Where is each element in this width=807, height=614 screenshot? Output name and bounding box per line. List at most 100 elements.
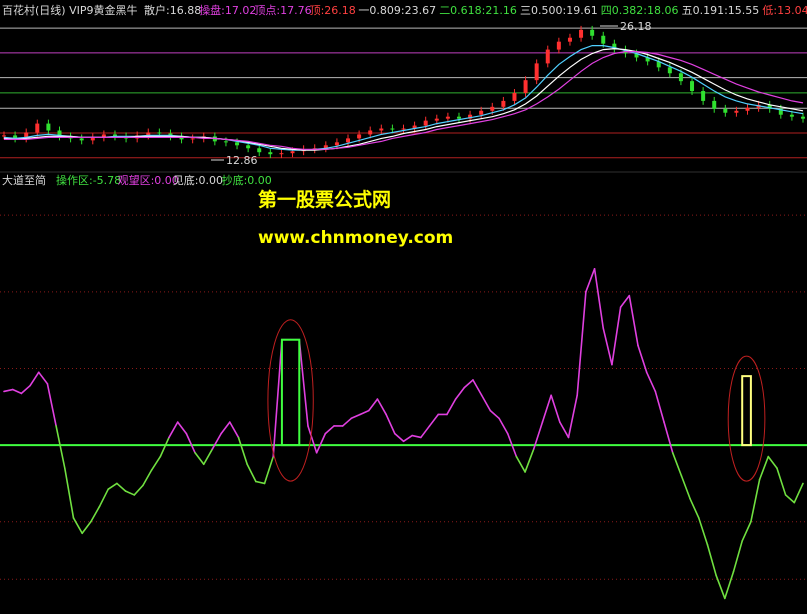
oscillator-segment: [480, 394, 492, 412]
oscillator-segment: [576, 291, 587, 397]
stat-5: 二0.618:21.16: [439, 4, 517, 17]
oscillator-segment: [559, 421, 570, 439]
candle-body: [346, 138, 351, 143]
oscillator-segment: [741, 520, 752, 542]
candle-body: [745, 107, 750, 111]
oscillator-segment: [706, 543, 717, 577]
candle-body: [490, 106, 495, 111]
oscillator-segment: [168, 421, 179, 439]
stat-7: 四0.382:18.06: [601, 4, 679, 17]
oscillator-segment: [446, 398, 457, 416]
candle-body: [456, 116, 461, 119]
candle-body: [678, 73, 683, 82]
highlight-box-1: [741, 375, 752, 447]
oscillator-segment: [619, 294, 631, 308]
stat-1: 操盘:17.02: [199, 3, 256, 17]
oscillator-segment: [654, 390, 665, 423]
oscillator-segment: [376, 398, 387, 416]
oscillator-segment: [385, 413, 396, 435]
oscillator-segment: [341, 417, 353, 427]
stats-row: 散户:16.88操盘:17.02顶点:17.76顶:26.18 一0.809:23…: [144, 3, 807, 17]
candle-body: [290, 151, 295, 154]
candle-body: [567, 37, 572, 42]
stat-8: 五0.191:15.55: [682, 4, 760, 17]
oscillator-segment: [46, 382, 57, 427]
oscillator-title: 大道至简: [2, 173, 46, 187]
oscillator-segment: [420, 425, 431, 439]
oscillator-segment: [107, 482, 118, 490]
candle-body: [390, 128, 395, 130]
oscillator-segment: [185, 432, 196, 454]
oscillator-segment: [585, 268, 596, 293]
oscillator-segment: [628, 294, 639, 347]
oscillator-segment: [194, 451, 205, 466]
stat-1: 观望区:0.00: [118, 174, 179, 187]
oscillator-panel: 大道至简 操作区:-5.78观望区:0.00见底:0.00抄底:0.00 第一股…: [0, 173, 807, 600]
oscillator-segment: [350, 413, 361, 420]
watermark-line2: www.chnmoney.com: [258, 228, 453, 248]
oscillator-segment: [515, 455, 526, 473]
candle-body: [279, 153, 284, 155]
stock-chart: 百花村(日线) VIP9黄金黑牛 散户:16.88操盘:17.02顶点:17.7…: [0, 3, 807, 600]
candle-body: [534, 63, 539, 81]
candle-body: [246, 145, 251, 149]
candle-body: [257, 148, 262, 153]
fibonacci-levels: [0, 27, 807, 159]
candle-body: [434, 118, 439, 121]
oscillator-segment: [602, 327, 613, 366]
oscillator-segment: [645, 371, 657, 393]
oscillator-segment: [663, 421, 674, 454]
candle-body: [79, 138, 84, 141]
stat-3: 抄底:0.00: [222, 173, 272, 187]
stat-9: 低:13.04: [762, 4, 807, 17]
oscillator-segment: [550, 394, 561, 423]
oscillator-stats: 操作区:-5.78观望区:0.00见底:0.00抄底:0.00: [56, 173, 272, 187]
stat-4: 一0.809:23.67: [358, 4, 436, 17]
highlight-ellipse-1: [727, 355, 766, 482]
candle-body: [157, 132, 162, 134]
candle-body: [35, 123, 40, 133]
oscillator-grid: [0, 214, 807, 580]
oscillator-segment: [489, 409, 500, 420]
oscillator-segment: [472, 379, 483, 397]
oscillator-segment: [611, 306, 622, 366]
oscillator-segment: [315, 432, 327, 454]
oscillator-segment: [272, 338, 283, 458]
oscillator-segment: [463, 379, 474, 389]
oscillator-segment: [697, 517, 709, 546]
candle-body: [423, 120, 428, 126]
oscillator-segment: [202, 448, 214, 466]
candle-body: [667, 67, 672, 74]
oscillator-segment: [793, 482, 804, 504]
oscillator-segment: [116, 482, 127, 492]
stat-0: 散户:16.88: [144, 3, 201, 17]
candle-body: [445, 116, 450, 119]
oscillator-segment: [29, 371, 40, 387]
oscillator-segment: [72, 517, 83, 535]
stat-2: 见底:0.00: [173, 173, 223, 187]
watermark-line1: 第一股票公式网: [258, 188, 391, 211]
oscillator-segment: [784, 494, 796, 504]
oscillator-segment: [324, 425, 335, 435]
oscillator-segment: [541, 394, 552, 423]
candle-body: [357, 134, 362, 139]
oscillator-segment: [367, 398, 379, 412]
candle-body: [190, 138, 195, 140]
oscillator-segment: [63, 467, 75, 519]
oscillator-segment: [124, 490, 136, 496]
oscillator-segment: [567, 394, 578, 439]
candle-body: [556, 41, 561, 50]
oscillator-segment: [55, 425, 66, 469]
low-marker-label: 12.86: [226, 154, 258, 167]
oscillator-segment: [394, 432, 405, 443]
oscillator-segment: [220, 421, 231, 435]
oscillator-segment: [750, 478, 761, 523]
oscillator-segment: [298, 338, 309, 427]
oscillator-segment: [176, 421, 188, 435]
moving-average-line-2: [4, 51, 804, 150]
oscillator-segment: [211, 432, 222, 450]
oscillator-segment: [498, 417, 509, 435]
oscillator-segment: [402, 434, 413, 443]
oscillator-segment: [81, 520, 92, 535]
candle-body: [334, 142, 339, 146]
